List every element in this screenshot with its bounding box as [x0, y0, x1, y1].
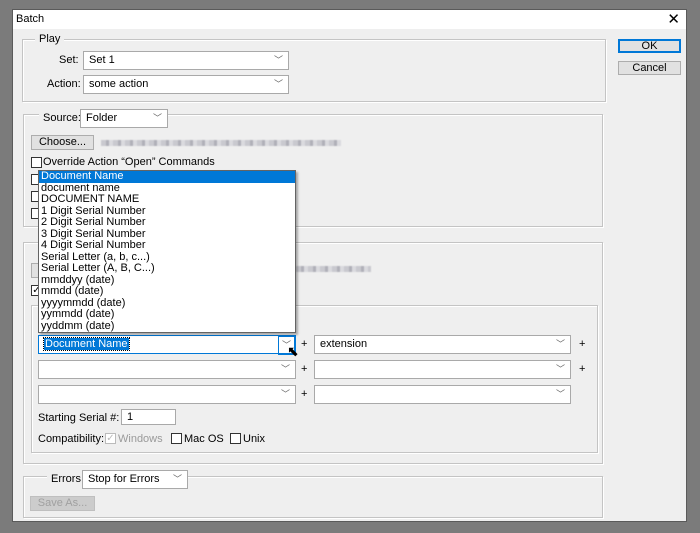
override-open-checkbox[interactable]: [31, 157, 42, 168]
file-naming-value: extension: [320, 338, 368, 350]
mouse-cursor-icon: ⬉: [287, 343, 299, 359]
chevron-down-icon: ﹀: [273, 79, 283, 89]
action-select[interactable]: some action ﹀: [83, 75, 289, 94]
chevron-down-icon: ﹀: [555, 389, 565, 399]
cancel-button[interactable]: Cancel: [618, 61, 681, 75]
dropdown-option[interactable]: ddmmyy (date): [41, 331, 114, 332]
play-legend: Play: [35, 33, 65, 45]
file-naming-value: Document Name: [43, 337, 130, 351]
file-naming-select-1a[interactable]: Document Name ﹀: [38, 335, 296, 355]
dropdown-option[interactable]: 4 Digit Serial Number: [39, 239, 295, 252]
batch-dialog: Batch ✕ Play Set: Set 1 ﹀ Action: some ac…: [12, 9, 687, 522]
chevron-down-icon: ﹀: [555, 364, 565, 374]
set-value: Set 1: [89, 54, 115, 66]
title-bar: Batch ✕: [13, 10, 686, 29]
errors-value: Stop for Errors: [88, 473, 160, 485]
file-naming-select-3b[interactable]: ﹀: [314, 385, 571, 404]
close-icon[interactable]: ✕: [667, 10, 680, 28]
choose-button[interactable]: Choose...: [31, 135, 94, 150]
plus-sign: +: [579, 338, 586, 350]
source-label: Source:: [39, 112, 85, 124]
file-naming-select-2b[interactable]: ﹀: [314, 360, 571, 379]
source-path-redacted: [101, 140, 341, 146]
file-naming-dropdown-list: Document Name document name DOCUMENT NAME 1…: [38, 170, 296, 333]
chevron-down-icon: ﹀: [280, 389, 290, 399]
source-value: Folder: [86, 112, 118, 124]
override-open-label: Override Action “Open” Commands: [43, 156, 215, 168]
file-naming-select-2a[interactable]: ﹀: [38, 360, 296, 379]
action-label: Action:: [47, 78, 81, 90]
compatibility-label: Compatibility:: [38, 433, 105, 445]
file-naming-select-3a[interactable]: ﹀: [38, 385, 296, 404]
dropdown-option[interactable]: Document Name: [39, 171, 295, 183]
plus-sign: +: [301, 363, 308, 375]
dropdown-option[interactable]: yymmdd (date): [39, 308, 295, 321]
errors-select[interactable]: Stop for Errors ﹀: [82, 470, 188, 489]
dropdown-option[interactable]: DOCUMENT NAME: [39, 193, 295, 206]
starting-serial-input[interactable]: 1: [121, 409, 176, 425]
chevron-down-icon: ﹀: [152, 113, 162, 123]
chevron-down-icon: ﹀: [273, 55, 283, 65]
mac-os-label: Mac OS: [184, 433, 224, 445]
file-naming-select-1b[interactable]: extension ﹀: [314, 335, 571, 354]
unix-checkbox[interactable]: [230, 433, 241, 444]
mac-os-checkbox[interactable]: [171, 433, 182, 444]
plus-sign: +: [301, 388, 308, 400]
save-as-button[interactable]: Save As...: [30, 496, 95, 511]
dropdown-option[interactable]: 2 Digit Serial Number: [39, 216, 295, 229]
window-title: Batch: [16, 13, 45, 25]
dropdown-option[interactable]: mmdd (date): [39, 285, 295, 298]
windows-checkbox[interactable]: ✓: [105, 433, 116, 444]
plus-sign: +: [301, 338, 308, 350]
action-value: some action: [89, 78, 149, 90]
unix-label: Unix: [243, 433, 266, 445]
ok-button[interactable]: OK: [618, 39, 681, 53]
set-select[interactable]: Set 1 ﹀: [83, 51, 289, 70]
set-label: Set:: [59, 54, 79, 66]
chevron-down-icon: ﹀: [280, 364, 290, 374]
plus-sign: +: [579, 363, 586, 375]
starting-serial-label: Starting Serial #:: [38, 412, 120, 424]
windows-label: Windows: [118, 433, 163, 445]
chevron-down-icon: ﹀: [172, 474, 182, 484]
destination-path-redacted: [296, 266, 371, 272]
dropdown-option[interactable]: Serial Letter (A, B, C...): [39, 262, 295, 275]
source-select[interactable]: Folder ﹀: [80, 109, 168, 128]
chevron-down-icon: ﹀: [555, 339, 565, 349]
